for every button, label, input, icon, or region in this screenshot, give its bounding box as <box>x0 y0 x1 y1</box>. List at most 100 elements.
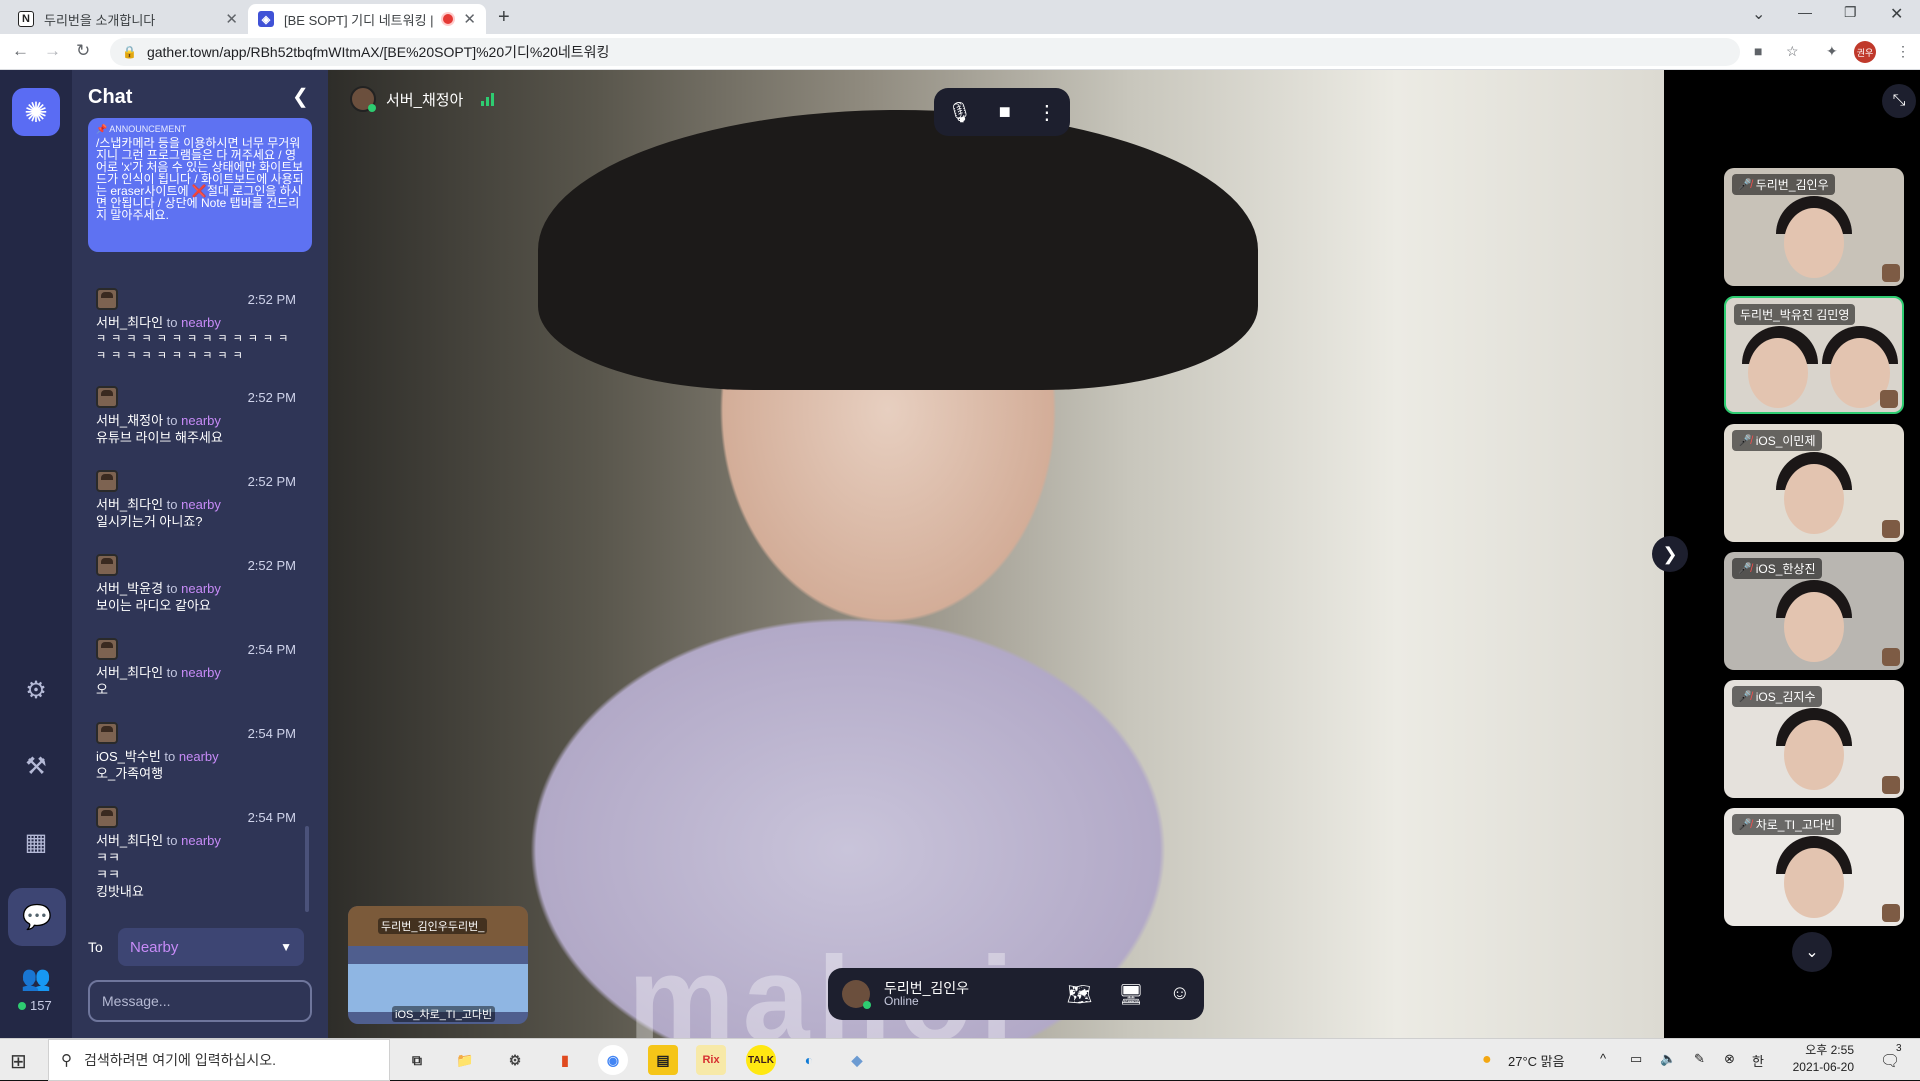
rix-app-icon[interactable]: Rix <box>696 1045 726 1075</box>
message-sender[interactable]: 서버_박윤경 <box>96 581 163 596</box>
participant-tile[interactable]: 🎤̸ 두리번_김인우 <box>1724 168 1904 286</box>
camera-icon[interactable]: ■ <box>1754 43 1762 59</box>
notification-center-icon[interactable]: 🗨 <box>1880 1051 1900 1071</box>
reload-button[interactable]: ↻ <box>76 41 90 61</box>
chevron-up-icon[interactable]: ^ <box>1600 1051 1606 1066</box>
message-input[interactable] <box>88 980 312 1022</box>
message-time: 2:54 PM <box>247 642 296 657</box>
new-tab-button[interactable]: + <box>498 6 510 29</box>
task-view-icon[interactable]: ⧉ <box>402 1045 432 1075</box>
forward-button[interactable]: → <box>44 41 61 61</box>
chat-message: 2:54 PM 서버_최다인 to nearby ㅋㅋ ㅋㅋ 킹밧내요 <box>96 806 296 900</box>
microphone-icon[interactable]: 🎙 <box>947 100 972 125</box>
minimap-player-label: iOS_차로_TI_고다빈 <box>392 1006 496 1022</box>
participant-tile[interactable]: 🎤̸ 차로_TI_고다빈 <box>1724 808 1904 926</box>
notification-count: 3 <box>1896 1043 1902 1054</box>
restore-button[interactable]: ❐ <box>1844 4 1857 21</box>
participant-tile[interactable]: 두리번_박유진 김민영 <box>1724 296 1904 414</box>
message-sender[interactable]: 서버_채정아 <box>96 413 163 428</box>
recipient-select[interactable]: Nearby ▼ <box>118 928 304 966</box>
minimize-button[interactable]: — <box>1798 4 1812 20</box>
participant-tile[interactable]: 🎤̸ iOS_김지수 <box>1724 680 1904 798</box>
participant-column: ⤡ ❯ 🎤̸ 두리번_김인우 두리번_박유진 김민영 🎤̸ iOS_이민제 🎤̸ iO… <box>1652 70 1920 1038</box>
tab-search-icon[interactable]: ⌄ <box>1752 4 1765 24</box>
message-sender[interactable]: iOS_박수빈 <box>96 749 161 764</box>
hammer-icon[interactable]: ⚒ <box>16 746 56 786</box>
map-icon[interactable]: 🗺 <box>1067 982 1092 1007</box>
more-options-icon[interactable]: ⋮ <box>1037 100 1057 125</box>
lock-icon: 🔒 <box>122 45 137 59</box>
chat-title: Chat <box>88 86 133 108</box>
tab-gather[interactable]: ◈ [BE SOPT] 기디 네트워킹 | G ✕ <box>248 4 486 34</box>
people-icon[interactable]: 👥 <box>16 958 56 998</box>
collapse-fullscreen-icon[interactable]: ⤡ <box>1882 84 1916 118</box>
tab-notion[interactable]: N 두리번을 소개합니다 ✕ <box>8 4 248 34</box>
speaker-icon[interactable]: 🔈 <box>1660 1051 1676 1067</box>
message-target: nearby <box>181 413 221 428</box>
participant-tile[interactable]: 🎤̸ iOS_이민제 <box>1724 424 1904 542</box>
mic-muted-icon: 🎤̸ <box>1738 691 1752 703</box>
ime-indicator[interactable]: 한 <box>1752 1051 1764 1070</box>
message-time: 2:52 PM <box>247 474 296 489</box>
close-icon[interactable]: ✕ <box>225 10 238 28</box>
avatar[interactable] <box>842 980 871 1009</box>
message-sender[interactable]: 서버_최다인 <box>96 315 163 330</box>
settings-icon[interactable]: ⚙ <box>500 1045 530 1075</box>
message-sender[interactable]: 서버_최다인 <box>96 833 163 848</box>
mic-muted-icon: 🎤̸ <box>1738 179 1752 191</box>
chrome-icon[interactable]: ◉ <box>598 1045 628 1075</box>
close-icon[interactable]: ✕ <box>463 10 476 28</box>
video-camera-icon[interactable]: ■ <box>999 101 1011 124</box>
recipient-value: Nearby <box>130 938 179 956</box>
screen-share-icon[interactable]: 🖥 <box>1118 982 1143 1007</box>
back-button[interactable]: ← <box>12 41 29 61</box>
chat-message: 2:54 PM iOS_박수빈 to nearby 오_가족여행 <box>96 722 296 782</box>
emoji-icon[interactable]: ☺ <box>1170 982 1190 1007</box>
message-body: 오_가족여행 <box>96 766 164 781</box>
edge-icon[interactable]: ◐ <box>794 1045 824 1075</box>
gear-icon[interactable]: ⚙ <box>16 670 56 710</box>
windows-taskbar: ⊞ ⚲ 검색하려면 여기에 입력하십시오. ⧉ 📁 ⚙ ▮ ◉ ▤ Rix TA… <box>0 1038 1920 1081</box>
participant-name: 두리번_김인우 <box>1755 178 1829 192</box>
extensions-icon[interactable]: ✦ <box>1826 43 1838 60</box>
kebab-menu-icon[interactable]: ⋮ <box>1896 43 1910 60</box>
chat-icon[interactable]: 💬 <box>8 888 66 946</box>
window-close-button[interactable]: ✕ <box>1890 4 1903 24</box>
gather-logo-icon[interactable]: ✺ <box>12 88 60 136</box>
file-explorer-icon[interactable]: 📁 <box>450 1045 480 1075</box>
taskbar-search[interactable]: ⚲ 검색하려면 여기에 입력하십시오. <box>48 1039 390 1081</box>
weather-text[interactable]: 27°C 맑음 <box>1508 1051 1565 1070</box>
url-field[interactable]: 🔒 gather.town/app/RBh52tbqfmWItmAX/[BE%2… <box>110 38 1740 66</box>
gather-icon: ◈ <box>258 11 274 27</box>
message-time: 2:52 PM <box>247 390 296 405</box>
collapse-chevron-icon[interactable]: ❮ <box>292 84 309 109</box>
chevron-right-icon[interactable]: ❯ <box>1652 536 1688 572</box>
to-label: To <box>88 939 103 955</box>
office-icon[interactable]: ▮ <box>550 1045 580 1075</box>
app-icon[interactable]: ◆ <box>842 1045 872 1075</box>
chevron-down-icon[interactable]: ⌄ <box>1792 932 1832 972</box>
taskbar-search-placeholder: 검색하려면 여기에 입력하십시오. <box>84 1052 276 1068</box>
pen-icon[interactable]: ✎ <box>1694 1051 1705 1067</box>
participant-tile[interactable]: 🎤̸ iOS_한상진 <box>1724 552 1904 670</box>
calendar-icon[interactable]: ▦ <box>16 822 56 862</box>
message-body: 보이는 라디오 같아요 <box>96 598 211 613</box>
minimap[interactable]: 두리번_김인우두리번_ iOS_차로_TI_고다빈 <box>348 906 528 1024</box>
kakaotalk-icon[interactable]: TALK <box>746 1045 776 1075</box>
profile-avatar[interactable]: 권우 <box>1854 41 1876 63</box>
network-icon[interactable]: ⊗ <box>1724 1051 1735 1067</box>
message-sender[interactable]: 서버_최다인 <box>96 665 163 680</box>
message-target: nearby <box>181 581 221 596</box>
participant-name: iOS_김지수 <box>1755 690 1816 704</box>
system-clock[interactable]: 오후 2:55 2021-06-20 <box>1790 1042 1854 1076</box>
chat-message: 2:52 PM 서버_채정아 to nearby 유튜브 라이브 해주세요 <box>96 386 296 446</box>
windows-start-icon[interactable]: ⊞ <box>10 1049 27 1074</box>
chat-message: 2:54 PM 서버_최다인 to nearby 오 <box>96 638 296 698</box>
message-time: 2:54 PM <box>247 726 296 741</box>
battery-icon[interactable]: ▭ <box>1630 1051 1642 1067</box>
bookmark-star-icon[interactable]: ☆ <box>1786 43 1799 60</box>
sticky-notes-icon[interactable]: ▤ <box>648 1045 678 1075</box>
message-sender[interactable]: 서버_최다인 <box>96 497 163 512</box>
chat-scrollbar[interactable] <box>305 826 309 912</box>
message-time: 2:54 PM <box>247 810 296 825</box>
